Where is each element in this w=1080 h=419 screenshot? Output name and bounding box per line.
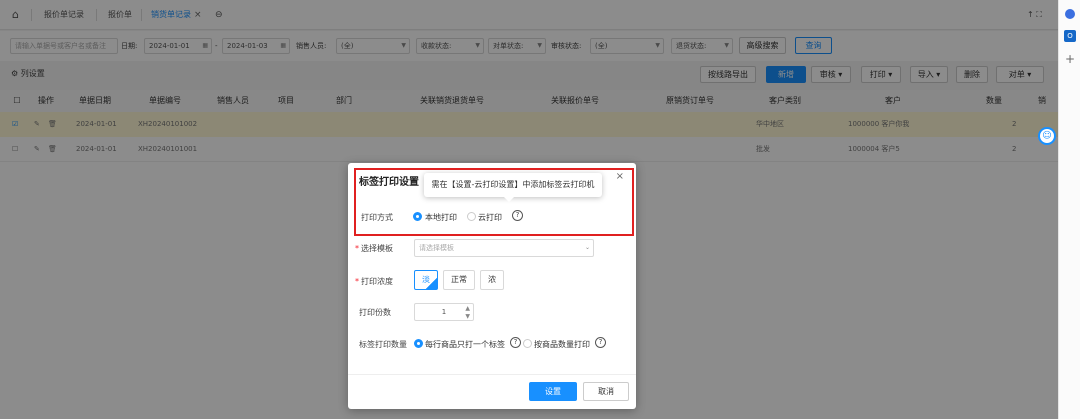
density-dark-button[interactable]: 浓 (480, 270, 504, 290)
label-qty-label: 标签打印数量 (359, 340, 407, 349)
help-icon[interactable]: ? (595, 337, 606, 348)
radio-one-per-row[interactable] (414, 339, 423, 348)
radio-by-quantity[interactable] (523, 339, 532, 348)
density-label-text: 打印浓度 (361, 277, 393, 286)
template-label: * 选择模板 (355, 244, 393, 253)
setup-button[interactable]: 设置 (529, 382, 577, 401)
assistant-float-icon[interactable]: ☺ (1038, 127, 1056, 145)
radio-local-print[interactable] (413, 212, 422, 221)
template-placeholder: 请选择模板 (419, 244, 454, 252)
extension-icon[interactable] (1065, 9, 1075, 19)
by-quantity-label[interactable]: 按商品数量打印 (534, 339, 590, 350)
outlook-icon[interactable]: O (1064, 30, 1076, 42)
label-print-dialog: 标签打印设置 需在【设置-云打印设置】中添加标签云打印机 × 打印方式 本地打印… (348, 163, 636, 409)
help-icon[interactable]: ? (510, 337, 521, 348)
highlight-box (354, 168, 634, 236)
copies-label: 打印份数 (359, 308, 391, 317)
template-select[interactable]: 请选择模板 ⌄ (414, 239, 594, 257)
right-sidebar: O + (1058, 0, 1080, 419)
density-light-button[interactable]: 淡 (414, 270, 438, 290)
density-label: * 打印浓度 (355, 277, 393, 286)
cancel-button[interactable]: 取消 (583, 382, 629, 401)
template-label-text: 选择模板 (361, 244, 393, 253)
density-normal-button[interactable]: 正常 (443, 270, 475, 290)
stepper-arrows-icon[interactable]: ▲ ▼ (465, 305, 470, 320)
one-per-row-label[interactable]: 每行商品只打一个标签 (425, 339, 505, 350)
cloud-print-label[interactable]: 云打印 (478, 212, 502, 223)
footer-divider (348, 374, 636, 375)
print-method-label: 打印方式 (361, 213, 393, 222)
help-icon[interactable]: ? (512, 210, 523, 221)
local-print-label[interactable]: 本地打印 (425, 212, 457, 223)
copies-stepper[interactable]: 1 ▲ ▼ (414, 303, 474, 321)
chevron-down-icon: ⌄ (584, 244, 590, 251)
add-icon[interactable]: + (1065, 52, 1075, 66)
copies-value: 1 (441, 308, 447, 316)
radio-cloud-print[interactable] (467, 212, 476, 221)
